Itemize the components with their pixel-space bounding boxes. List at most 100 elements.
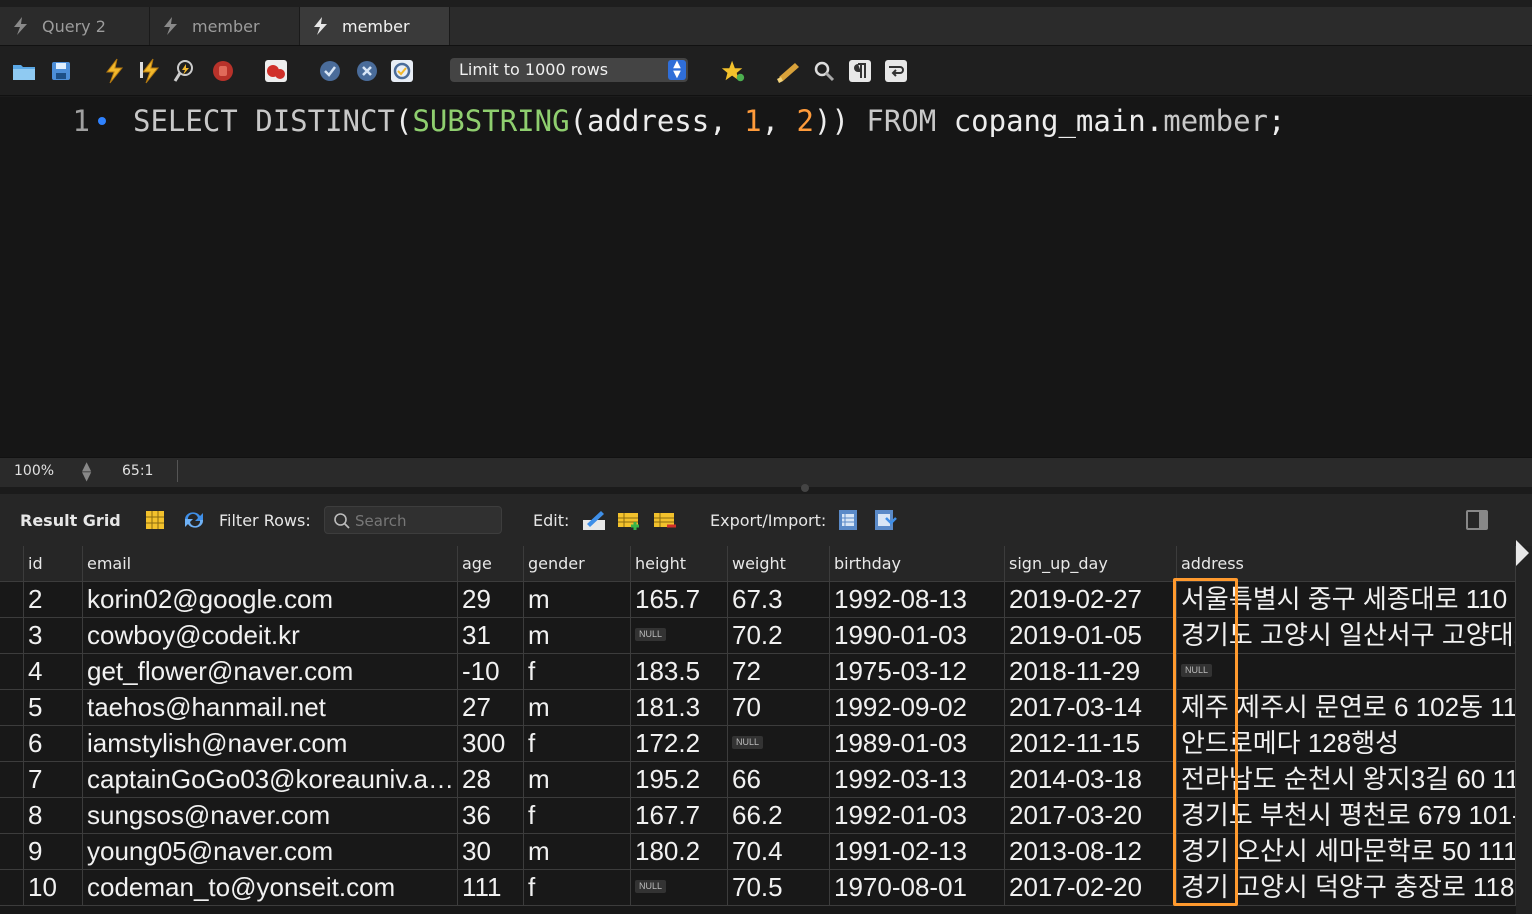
cell-id[interactable]: 8 [24,798,83,834]
cell-birthday[interactable]: 1992-01-03 [830,798,1005,834]
cell-email[interactable]: taehos@hanmail.net [83,690,458,726]
cell-weight[interactable]: 70.2 [728,618,830,654]
table-row[interactable]: 9 young05@naver.com 30 m 180.2 70.4 1991-02-13… [0,834,1516,870]
cell-sign-up-day[interactable]: 2019-02-27 [1005,582,1177,618]
cell-address[interactable]: 안드로메다 128행성 [1177,726,1516,762]
cell-email[interactable]: korin02@google.com [83,582,458,618]
cell-weight[interactable]: 67.3 [728,582,830,618]
cell-gender[interactable]: f [524,798,631,834]
vertical-scrollbar[interactable] [1516,546,1532,914]
result-grid[interactable]: id email age gender height weight birthday sign… [0,546,1516,914]
import-icon[interactable] [873,508,899,532]
result-grid-label[interactable]: Result Grid [20,511,121,530]
row-gutter[interactable] [0,762,24,798]
cell-weight[interactable]: 70 [728,690,830,726]
cell-birthday[interactable]: 1992-09-02 [830,690,1005,726]
cell-age[interactable]: 300 [458,726,524,762]
cell-sign-up-day[interactable]: 2019-01-05 [1005,618,1177,654]
cell-age[interactable]: 111 [458,870,524,906]
cell-age[interactable]: 27 [458,690,524,726]
rollback-icon[interactable] [354,58,380,84]
save-icon[interactable] [48,58,74,84]
cell-weight[interactable]: 72 [728,654,830,690]
cell-address[interactable]: 경기도 고양시 일산서구 고양대로 [1177,618,1516,654]
column-header-sign-up-day[interactable]: sign_up_day [1005,546,1177,582]
cell-id[interactable]: 3 [24,618,83,654]
cell-weight[interactable]: 70.4 [728,834,830,870]
cell-age[interactable]: 36 [458,798,524,834]
execute-icon[interactable] [101,58,127,84]
cell-id[interactable]: 2 [24,582,83,618]
table-row[interactable]: 7 captainGoGo03@koreauniv.ac.kr 28 m 195.2 66… [0,762,1516,798]
cell-age[interactable]: 31 [458,618,524,654]
cell-weight[interactable]: 66.2 [728,798,830,834]
cell-address[interactable]: 경기 고양시 덕양구 충장로 118 [1177,870,1516,906]
cell-gender[interactable]: f [524,654,631,690]
cell-sign-up-day[interactable]: 2014-03-18 [1005,762,1177,798]
cell-birthday[interactable]: 1991-02-13 [830,834,1005,870]
cell-sign-up-day[interactable]: 2013-08-12 [1005,834,1177,870]
bookmark-icon[interactable] [720,58,746,84]
cell-sign-up-day[interactable]: 2017-03-14 [1005,690,1177,726]
table-row[interactable]: 3 cowboy@codeit.kr 31 m NULL 70.2 1990-01-03 20… [0,618,1516,654]
cell-height[interactable]: NULL [631,870,728,906]
column-header-id[interactable]: id [24,546,83,582]
row-gutter[interactable] [0,582,24,618]
cell-age[interactable]: 29 [458,582,524,618]
cell-gender[interactable]: m [524,762,631,798]
tab-member-2[interactable]: member [300,7,450,45]
cell-height[interactable]: 180.2 [631,834,728,870]
row-gutter[interactable] [0,834,24,870]
cell-address[interactable]: 전라남도 순천시 왕지3길 60 11 [1177,762,1516,798]
cell-email[interactable]: sungsos@naver.com [83,798,458,834]
cell-id[interactable]: 7 [24,762,83,798]
table-row[interactable]: 6 iamstylish@naver.com 300 f 172.2 NULL 1989-0… [0,726,1516,762]
tab-member-1[interactable]: member [150,7,300,45]
filter-rows-input[interactable] [355,511,495,531]
cell-birthday[interactable]: 1990-01-03 [830,618,1005,654]
table-row[interactable]: 5 taehos@hanmail.net 27 m 181.3 70 1992-09-02 2… [0,690,1516,726]
wrap-icon[interactable] [883,58,909,84]
invisible-chars-icon[interactable] [847,58,873,84]
cell-email[interactable]: codeman_to@yonseit.com [83,870,458,906]
cell-sign-up-day[interactable]: 2017-02-20 [1005,870,1177,906]
row-gutter[interactable] [0,618,24,654]
cell-height[interactable]: 195.2 [631,762,728,798]
cell-id[interactable]: 10 [24,870,83,906]
table-row[interactable]: 2 korin02@google.com 29 m 165.7 67.3 1992-08-1… [0,582,1516,618]
export-icon[interactable] [837,508,863,532]
cell-gender[interactable]: m [524,582,631,618]
cell-email[interactable]: captainGoGo03@koreauniv.ac.kr [83,762,458,798]
cell-email[interactable]: young05@naver.com [83,834,458,870]
column-header-age[interactable]: age [458,546,524,582]
cell-id[interactable]: 9 [24,834,83,870]
grid-view-icon[interactable] [143,508,169,532]
column-header-email[interactable]: email [83,546,458,582]
cell-id[interactable]: 6 [24,726,83,762]
cell-gender[interactable]: f [524,870,631,906]
cell-address[interactable]: 경기도 부천시 평천로 679 101- [1177,798,1516,834]
sql-editor[interactable]: 1 SELECT DISTINCT(SUBSTRING (address, 1, 2… [0,97,1532,457]
filter-search[interactable] [324,506,502,534]
edit-row-icon[interactable] [581,508,607,532]
cell-gender[interactable]: m [524,834,631,870]
cell-height[interactable]: 165.7 [631,582,728,618]
splitter-handle[interactable] [801,484,809,492]
row-gutter[interactable] [0,726,24,762]
cell-address[interactable]: 서울특별시 중구 세종대로 110 서 [1177,582,1516,618]
stop-icon[interactable] [210,58,236,84]
limit-rows-select[interactable]: Limit to 1000 rows ▲ ▼ [450,58,688,82]
cell-address[interactable]: 경기 오산시 세마문학로 50 111 [1177,834,1516,870]
execute-current-icon[interactable] [137,58,163,84]
side-panel-toggle-icon[interactable] [1466,510,1488,530]
tab-query-2[interactable]: Query 2 [0,7,150,45]
editor-line-1[interactable]: 1 SELECT DISTINCT(SUBSTRING (address, 1, 2… [0,103,1286,139]
row-gutter[interactable] [0,690,24,726]
find-icon[interactable] [811,58,837,84]
expand-arrow-icon[interactable] [1516,540,1529,566]
row-gutter[interactable] [0,798,24,834]
cell-id[interactable]: 4 [24,654,83,690]
cell-weight[interactable]: 70.5 [728,870,830,906]
table-row[interactable]: 4 get_flower@naver.com -10 f 183.5 72 1975-03-… [0,654,1516,690]
column-header-weight[interactable]: weight [728,546,830,582]
